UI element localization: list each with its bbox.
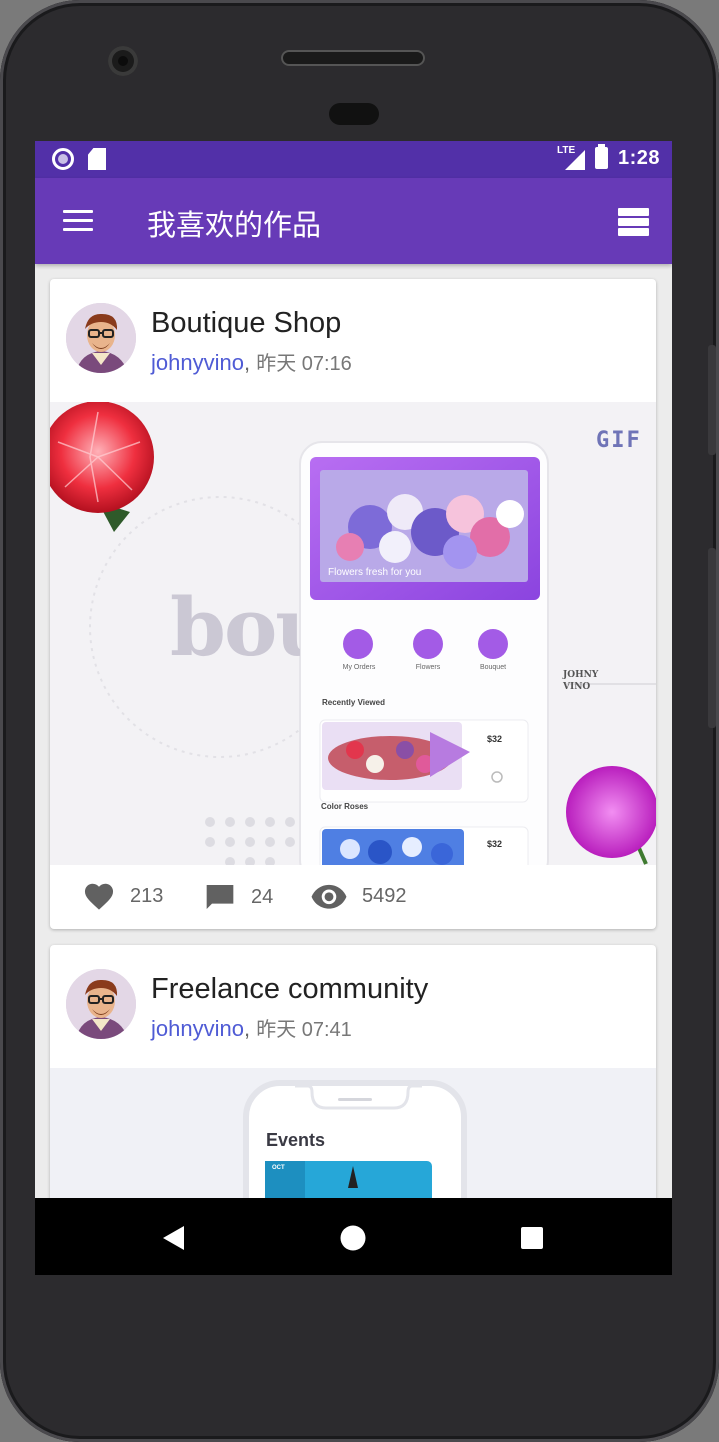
signal-icon: LTE bbox=[557, 145, 585, 170]
page-title: 我喜欢的作品 bbox=[147, 208, 322, 242]
hero-caption: Flowers fresh for you bbox=[328, 567, 422, 578]
sd-card-icon bbox=[88, 148, 106, 170]
system-nav-bar bbox=[35, 1198, 672, 1275]
screen: LTE 1:28 我喜欢的作品 Boutique Shop johnyvino,… bbox=[35, 141, 672, 1275]
phone-frame: LTE 1:28 我喜欢的作品 Boutique Shop johnyvino,… bbox=[0, 0, 719, 1442]
item-price: $32 bbox=[487, 734, 503, 744]
meta-separator: , bbox=[243, 350, 251, 375]
shot-card[interactable]: Boutique Shop johnyvino, 昨天 07:16 GIF bo… bbox=[50, 279, 656, 929]
side-label-line: JOHNY bbox=[563, 670, 599, 680]
brand-watermark: bou bbox=[170, 587, 300, 667]
front-camera bbox=[108, 46, 138, 76]
app-bar: 我喜欢的作品 bbox=[35, 178, 672, 264]
author-link[interactable]: johnyvino bbox=[151, 1016, 244, 1041]
meta-separator: , bbox=[243, 1016, 251, 1041]
avatar[interactable] bbox=[66, 969, 136, 1039]
avatar[interactable] bbox=[66, 303, 136, 373]
volume-button bbox=[708, 548, 716, 728]
section-title: Recently Viewed bbox=[322, 698, 385, 707]
shot-stats: 213 24 5492 bbox=[50, 865, 656, 929]
eye-icon bbox=[311, 884, 347, 909]
post-time: 昨天 07:41 bbox=[256, 1019, 352, 1041]
item-name: Color Roses bbox=[321, 802, 369, 811]
events-heading: Events bbox=[266, 1130, 326, 1150]
side-label: JOHNY VINO bbox=[563, 670, 598, 693]
side-label-line: VINO bbox=[563, 681, 591, 692]
heart-icon bbox=[84, 883, 114, 910]
home-button[interactable] bbox=[333, 1218, 373, 1258]
category-label: Bouquet bbox=[479, 664, 507, 671]
author-link[interactable]: johnyvino bbox=[151, 350, 244, 375]
item-price: $32 bbox=[487, 839, 503, 849]
menu-icon[interactable] bbox=[63, 210, 93, 232]
home-icon bbox=[340, 1225, 366, 1251]
gif-badge: GIF bbox=[596, 428, 642, 453]
clock: 1:28 bbox=[617, 146, 660, 169]
back-icon bbox=[163, 1226, 184, 1250]
like-count: 213 bbox=[130, 884, 164, 907]
shot-title[interactable]: Boutique Shop bbox=[151, 307, 341, 340]
comment-action[interactable]: 24 bbox=[203, 881, 273, 913]
comment-icon bbox=[206, 885, 234, 909]
views-stat: 5492 bbox=[310, 881, 407, 911]
notification-circle-icon bbox=[52, 148, 74, 170]
shot-meta: johnyvino, 昨天 07:16 bbox=[151, 347, 352, 376]
view-stream-icon[interactable] bbox=[618, 208, 649, 236]
shot-meta: johnyvino, 昨天 07:41 bbox=[151, 1013, 352, 1042]
view-count: 5492 bbox=[362, 884, 407, 907]
event-date: OCT bbox=[272, 1165, 285, 1171]
shot-image[interactable]: Events OCT bbox=[50, 1068, 656, 1198]
category-label: My Orders bbox=[342, 664, 376, 671]
shot-image[interactable]: GIF bou JOHNY VINO Flowers fresh for you… bbox=[50, 402, 656, 865]
back-button[interactable] bbox=[155, 1218, 195, 1258]
proximity-sensor bbox=[329, 103, 379, 125]
post-time: 昨天 07:16 bbox=[256, 353, 352, 375]
like-action[interactable]: 213 bbox=[82, 881, 163, 911]
category-label: Flowers bbox=[415, 664, 441, 671]
shot-title[interactable]: Freelance community bbox=[151, 973, 428, 1006]
feed-list[interactable]: Boutique Shop johnyvino, 昨天 07:16 GIF bo… bbox=[35, 264, 672, 1198]
comment-count: 24 bbox=[251, 885, 274, 908]
recents-button[interactable] bbox=[512, 1218, 552, 1258]
battery-icon bbox=[594, 144, 608, 169]
status-bar: LTE 1:28 bbox=[35, 141, 672, 178]
earpiece-speaker bbox=[281, 50, 425, 66]
shot-card[interactable]: Freelance community johnyvino, 昨天 07:41 … bbox=[50, 945, 656, 1198]
recents-icon bbox=[521, 1227, 543, 1249]
power-button bbox=[708, 345, 716, 455]
